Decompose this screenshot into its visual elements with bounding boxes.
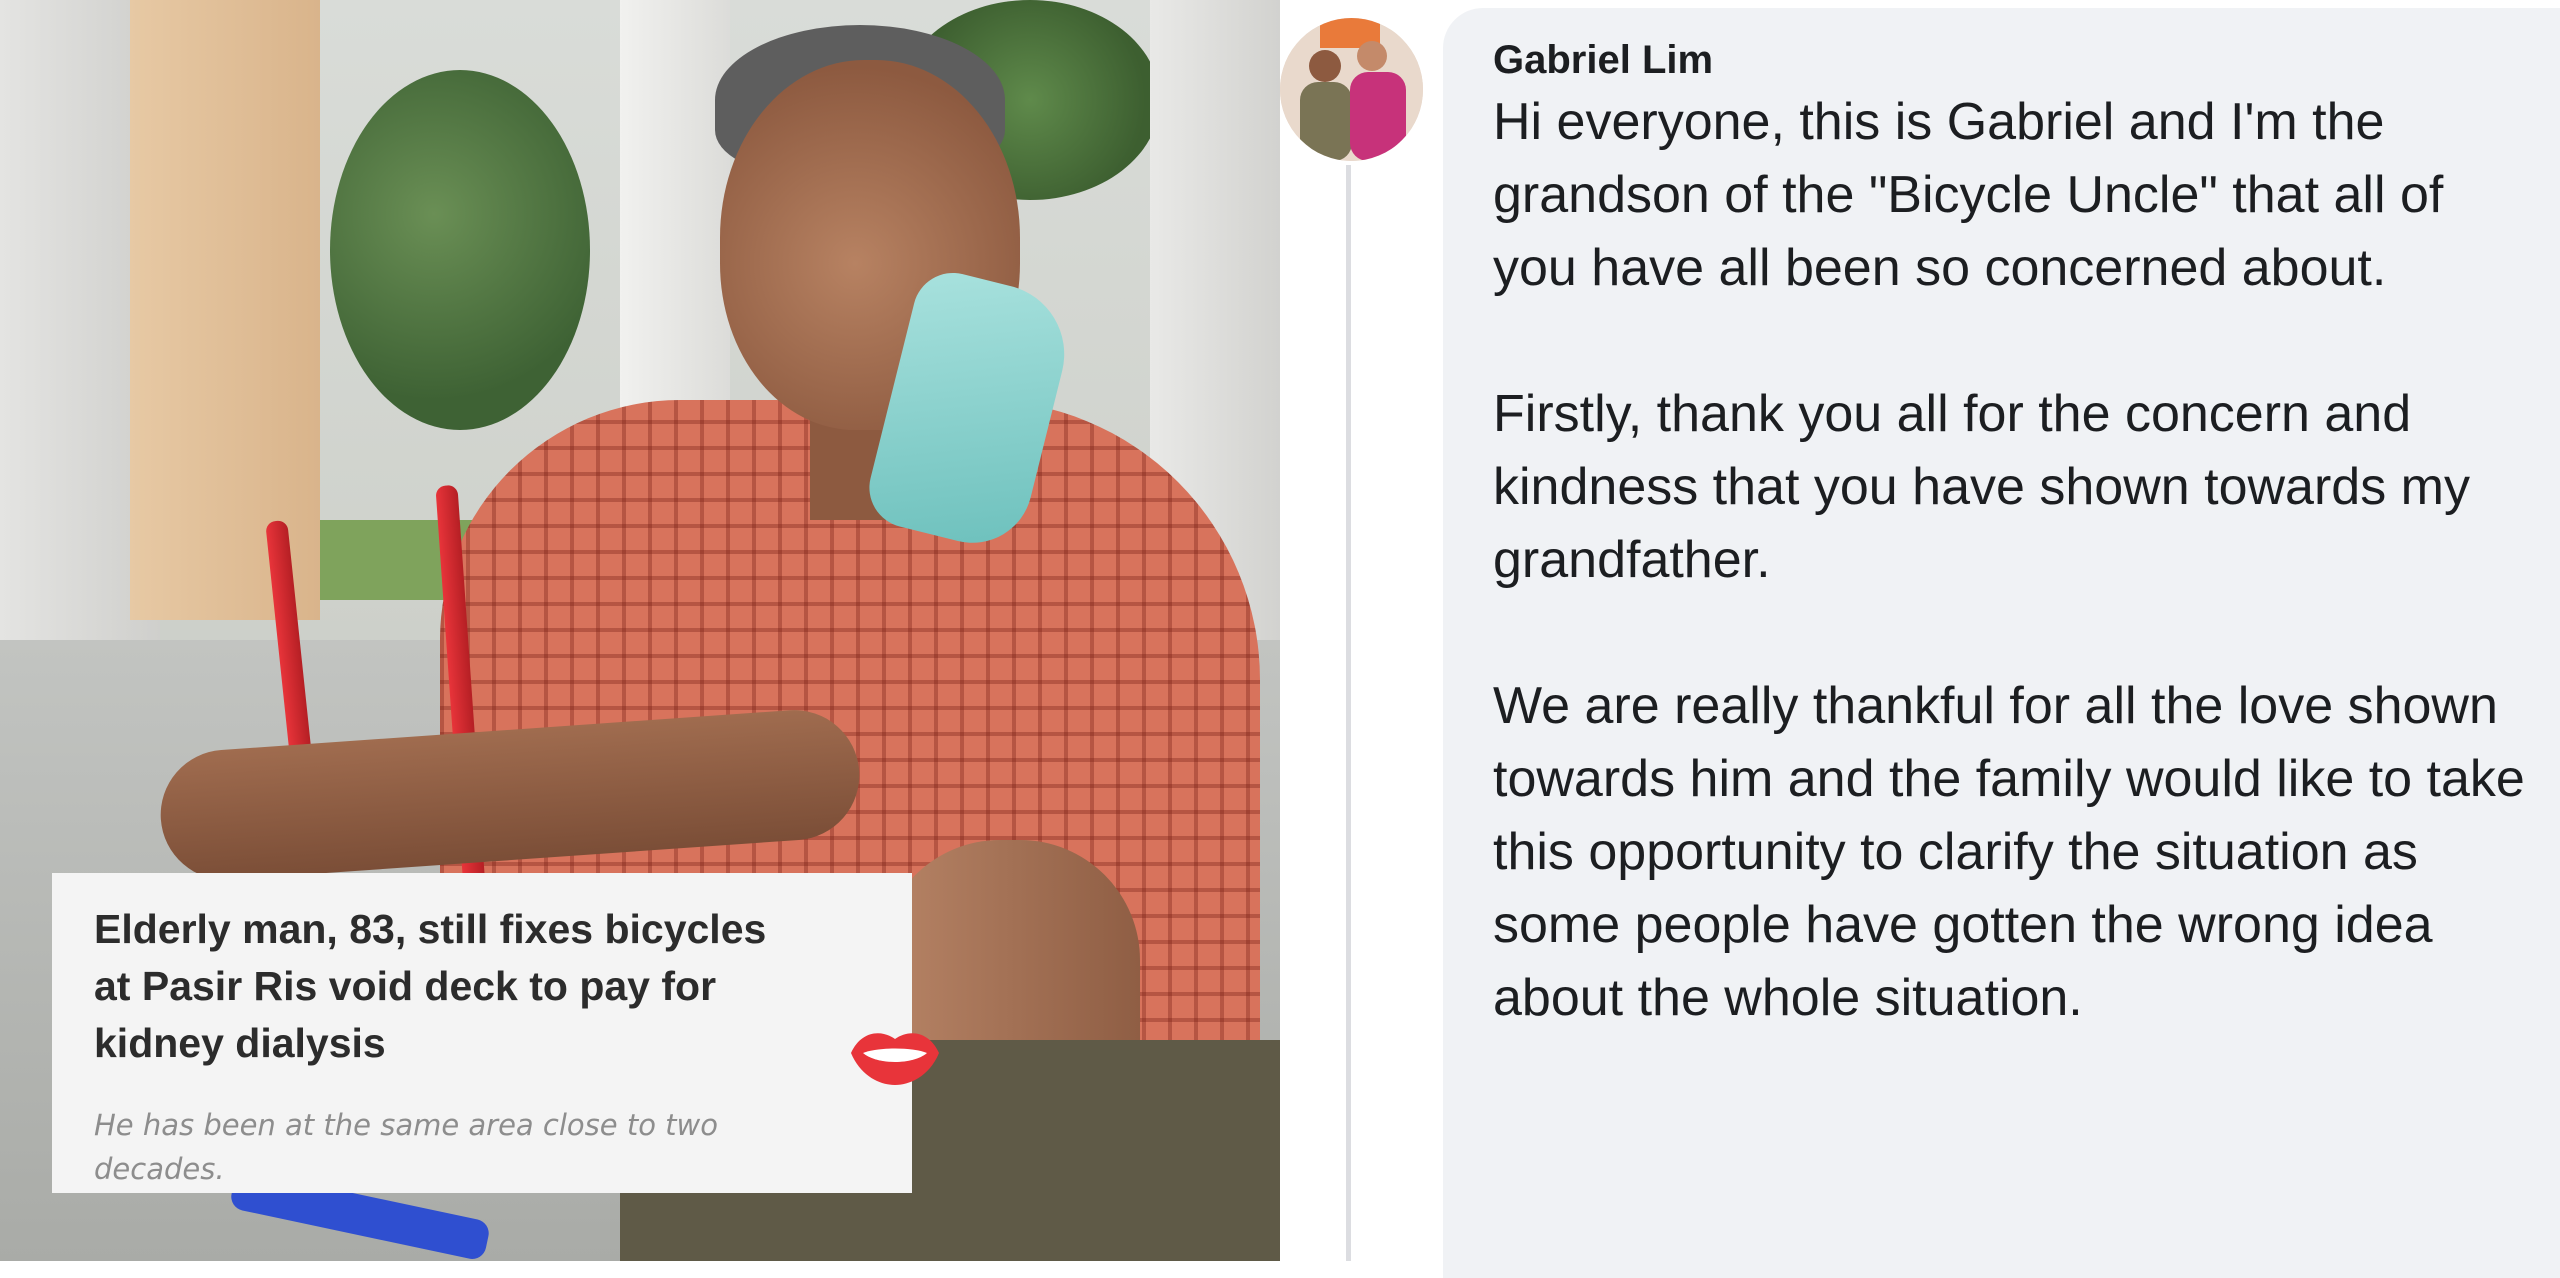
- news-subtitle: He has been at the same area close to tw…: [94, 1108, 718, 1186]
- avatar[interactable]: [1280, 18, 1423, 161]
- image-divider: [1281, 0, 1290, 1261]
- comment-paragraph: Firstly, thank you all for the concern a…: [1493, 385, 2470, 589]
- comment-bubble[interactable]: Gabriel Lim Hi everyone, this is Gabriel…: [1443, 8, 2560, 1278]
- comment-paragraph: Hi everyone, this is Gabriel and I'm the…: [1493, 93, 2444, 297]
- comment-author-name[interactable]: Gabriel Lim: [1493, 34, 2520, 86]
- news-photo: Elderly man, 83, still fixes bicycles at…: [0, 0, 1280, 1261]
- comment-paragraph: We are really thankful for all the love …: [1493, 677, 2525, 1027]
- background-foliage: [330, 70, 590, 430]
- red-lips-icon: [851, 1033, 939, 1085]
- comment-thread-line: [1346, 165, 1351, 1261]
- news-headline-card[interactable]: Elderly man, 83, still fixes bicycles at…: [52, 873, 939, 1193]
- news-headline[interactable]: Elderly man, 83, still fixes bicycles at…: [94, 901, 814, 1072]
- avatar-photo: [1280, 18, 1423, 161]
- background-pillar: [130, 0, 320, 620]
